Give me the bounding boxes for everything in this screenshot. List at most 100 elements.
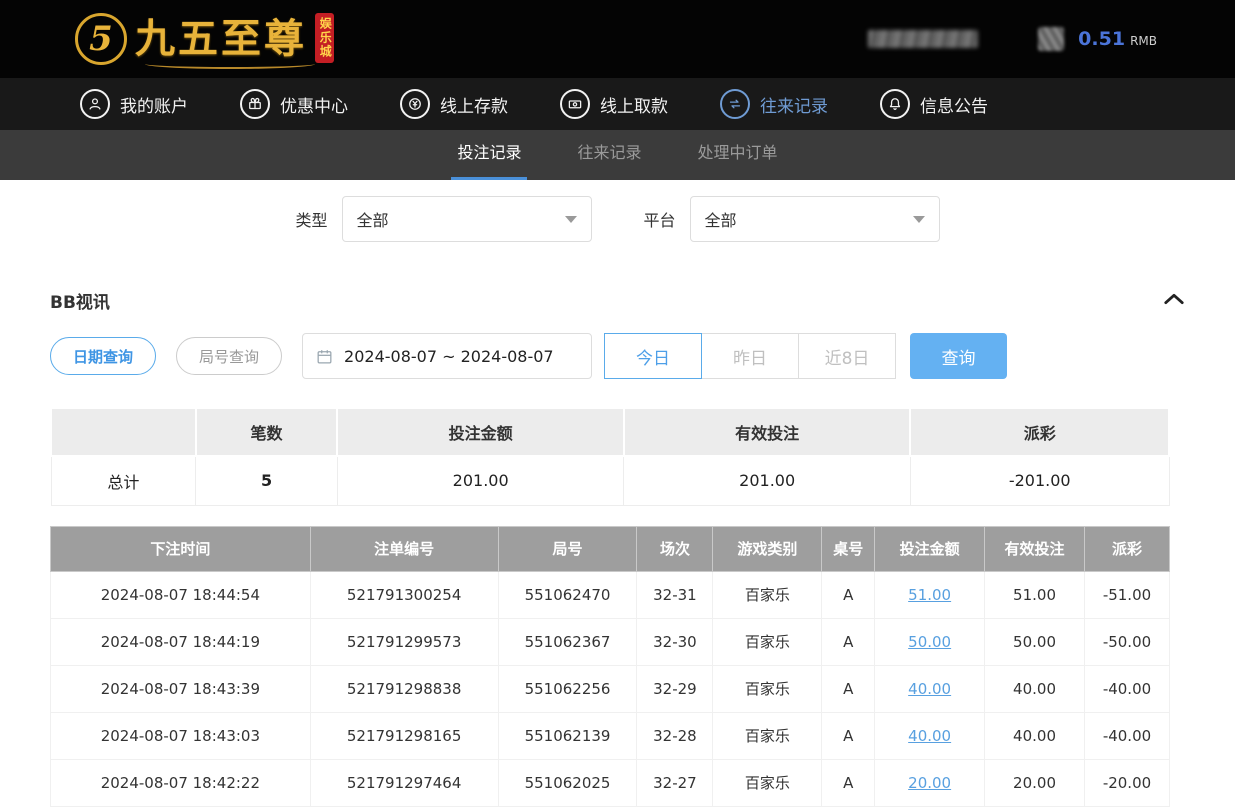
bet-amount-link[interactable]: 20.00 [908, 774, 951, 792]
today-button[interactable]: 今日 [604, 333, 702, 379]
chevron-down-icon [565, 216, 577, 223]
tab-bet-records[interactable]: 投注记录 [451, 130, 527, 180]
type-select-value: 全部 [357, 207, 389, 231]
cell-round: 551062367 [498, 618, 637, 665]
nav-item-withdraw[interactable]: 线上取款 [560, 89, 668, 119]
bet-amount-link[interactable]: 40.00 [908, 680, 951, 698]
withdraw-icon [560, 89, 590, 119]
cell-round: 551062470 [498, 571, 637, 618]
table-row: 2024-08-07 18:42:22 521791297464 5510620… [51, 759, 1170, 806]
header-bet-time: 下注时间 [51, 526, 311, 571]
bet-amount-link[interactable]: 40.00 [908, 727, 951, 745]
header-table-no: 桌号 [822, 526, 875, 571]
nav-label: 往来记录 [760, 92, 828, 117]
nav-item-my-account[interactable]: 我的账户 [80, 89, 188, 119]
cell-bet-time: 2024-08-07 18:43:39 [51, 665, 311, 712]
header-bet-id: 注单编号 [310, 526, 498, 571]
summary-header-empty [51, 408, 196, 456]
detail-header-row: 下注时间 注单编号 局号 场次 游戏类别 桌号 投注金额 有效投注 派彩 [51, 526, 1170, 571]
bell-icon [880, 89, 910, 119]
logo-flourish [145, 59, 315, 69]
query-controls: 日期查询 局号查询 2024-08-07 ~ 2024-08-07 今日 昨日 … [50, 333, 1185, 379]
type-select[interactable]: 全部 [342, 196, 592, 242]
round-query-button[interactable]: 局号查询 [176, 337, 282, 375]
collapse-chevron-up-icon[interactable] [1163, 291, 1185, 310]
cell-bet-time: 2024-08-07 18:42:22 [51, 759, 311, 806]
search-button[interactable]: 查询 [910, 333, 1007, 379]
cell-payout: -20.00 [1084, 759, 1169, 806]
nav-label: 优惠中心 [280, 92, 348, 117]
summary-valid-bet: 201.00 [624, 456, 910, 505]
balance-amount: 0.51 [1078, 28, 1125, 50]
summary-header-count: 笔数 [196, 408, 338, 456]
cell-session: 32-29 [637, 665, 713, 712]
cell-bet-time: 2024-08-07 18:44:54 [51, 571, 311, 618]
summary-header-payout: 派彩 [910, 408, 1169, 456]
cell-session: 32-28 [637, 712, 713, 759]
nav-item-deposit[interactable]: 线上存款 [400, 89, 508, 119]
nav-label: 线上存款 [440, 92, 508, 117]
cell-table-no: A [822, 759, 875, 806]
calendar-icon [315, 347, 334, 366]
bet-records-table: 下注时间 注单编号 局号 场次 游戏类别 桌号 投注金额 有效投注 派彩 202… [50, 526, 1170, 807]
cell-valid-bet: 40.00 [985, 712, 1085, 759]
cell-session: 32-30 [637, 618, 713, 665]
table-row: 2024-08-07 18:43:39 521791298838 5510622… [51, 665, 1170, 712]
cell-session: 32-27 [637, 759, 713, 806]
cell-table-no: A [822, 665, 875, 712]
chevron-down-icon [913, 216, 925, 223]
summary-header-bet-amount: 投注金额 [337, 408, 623, 456]
summary-total-row: 总计 5 201.00 201.00 -201.00 [51, 456, 1169, 505]
date-range-value: 2024-08-07 ~ 2024-08-07 [344, 347, 554, 366]
table-row: 2024-08-07 18:43:03 521791298165 5510621… [51, 712, 1170, 759]
bet-amount-link[interactable]: 51.00 [908, 586, 951, 604]
wallet-icon-redacted [1038, 27, 1064, 51]
header-payout: 派彩 [1084, 526, 1169, 571]
logo-text: 九五至尊 [135, 19, 307, 59]
nav-item-records[interactable]: 往来记录 [720, 89, 828, 119]
balance-currency: RMB [1130, 34, 1157, 48]
nav-item-announcements[interactable]: 信息公告 [880, 89, 988, 119]
balance-area: 0.51 RMB [1038, 27, 1157, 51]
header-round: 局号 [498, 526, 637, 571]
logo-emblem-icon: 5 [75, 13, 127, 65]
tab-processing-orders[interactable]: 处理中订单 [692, 130, 784, 180]
cell-round: 551062139 [498, 712, 637, 759]
cell-bet-time: 2024-08-07 18:43:03 [51, 712, 311, 759]
cell-game-type: 百家乐 [713, 665, 822, 712]
nav-item-promotions[interactable]: 优惠中心 [240, 89, 348, 119]
cell-valid-bet: 40.00 [985, 665, 1085, 712]
nav-label: 我的账户 [120, 92, 188, 117]
table-row: 2024-08-07 18:44:54 521791300254 5510624… [51, 571, 1170, 618]
logo-badge: 娱乐城 [315, 13, 334, 63]
cell-payout: -51.00 [1084, 571, 1169, 618]
brand-logo[interactable]: 5 九五至尊 娱乐城 [75, 13, 334, 65]
main-nav: 我的账户 优惠中心 线上存款 线上取款 往来记录 信息公告 [0, 78, 1235, 130]
date-range-input[interactable]: 2024-08-07 ~ 2024-08-07 [302, 333, 592, 379]
yesterday-button[interactable]: 昨日 [701, 333, 799, 379]
platform-select[interactable]: 全部 [690, 196, 940, 242]
username-redacted [868, 30, 978, 48]
section-title: BB视讯 [50, 288, 110, 313]
last-8-days-button[interactable]: 近8日 [798, 333, 896, 379]
cell-valid-bet: 20.00 [985, 759, 1085, 806]
cell-payout: -40.00 [1084, 712, 1169, 759]
cell-valid-bet: 50.00 [985, 618, 1085, 665]
cell-game-type: 百家乐 [713, 618, 822, 665]
cell-valid-bet: 51.00 [985, 571, 1085, 618]
header-valid-bet: 有效投注 [985, 526, 1085, 571]
platform-select-value: 全部 [705, 207, 737, 231]
tab-transaction-records[interactable]: 往来记录 [571, 130, 647, 180]
summary-total-label: 总计 [51, 456, 196, 505]
summary-count: 5 [196, 456, 338, 505]
cell-bet-id: 521791300254 [310, 571, 498, 618]
date-query-button[interactable]: 日期查询 [50, 337, 156, 375]
summary-header-row: 笔数 投注金额 有效投注 派彩 [51, 408, 1169, 456]
bet-amount-link[interactable]: 50.00 [908, 633, 951, 651]
type-filter-label: 类型 [295, 207, 327, 231]
cell-round: 551062256 [498, 665, 637, 712]
cell-payout: -40.00 [1084, 665, 1169, 712]
filter-bar: 类型 全部 平台 全部 [0, 180, 1235, 256]
cell-bet-id: 521791298165 [310, 712, 498, 759]
nav-label: 线上取款 [600, 92, 668, 117]
